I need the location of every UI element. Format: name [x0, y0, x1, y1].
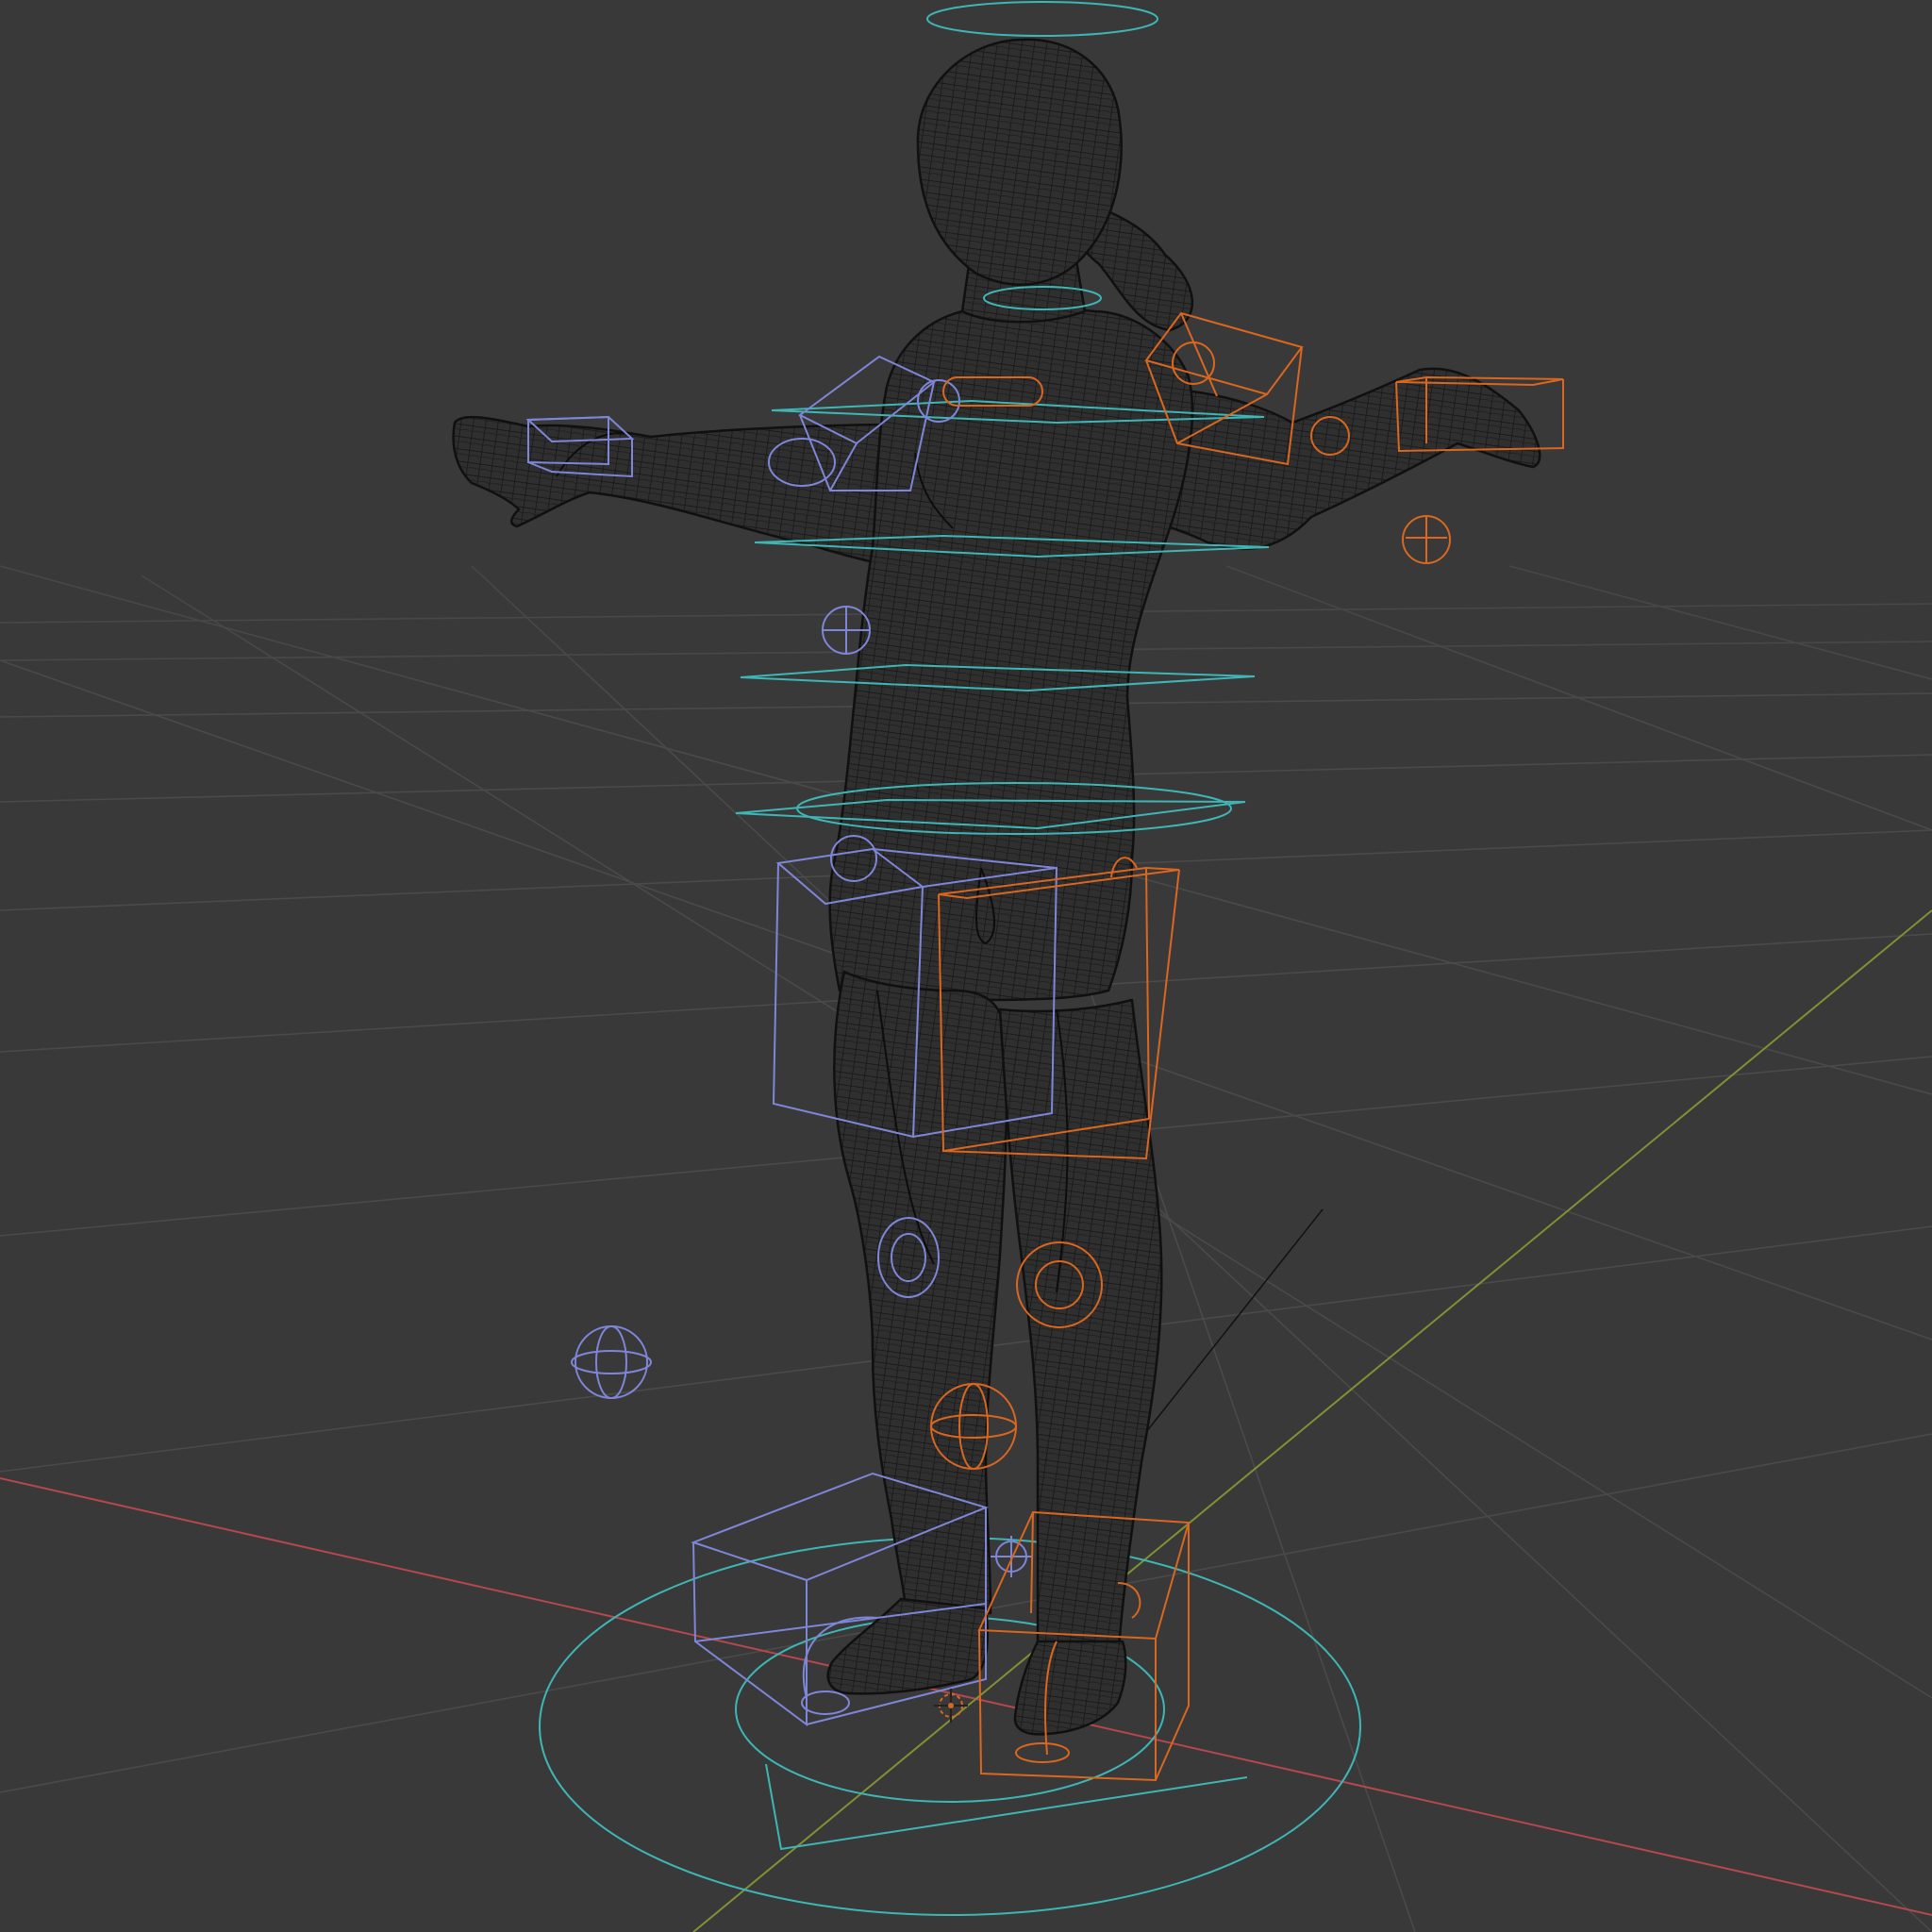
- 3d-viewport[interactable]: [0, 0, 1932, 1932]
- heel-roll-gear-icon[interactable]: [991, 1536, 1032, 1577]
- 3d-cursor[interactable]: [934, 1689, 968, 1723]
- left-knee-pole-sphere[interactable]: [571, 1325, 652, 1399]
- light-direction-line: [1145, 1208, 1324, 1433]
- left-elbow-pole-sphere[interactable]: [822, 606, 871, 655]
- viewport-canvas[interactable]: [0, 0, 1932, 1932]
